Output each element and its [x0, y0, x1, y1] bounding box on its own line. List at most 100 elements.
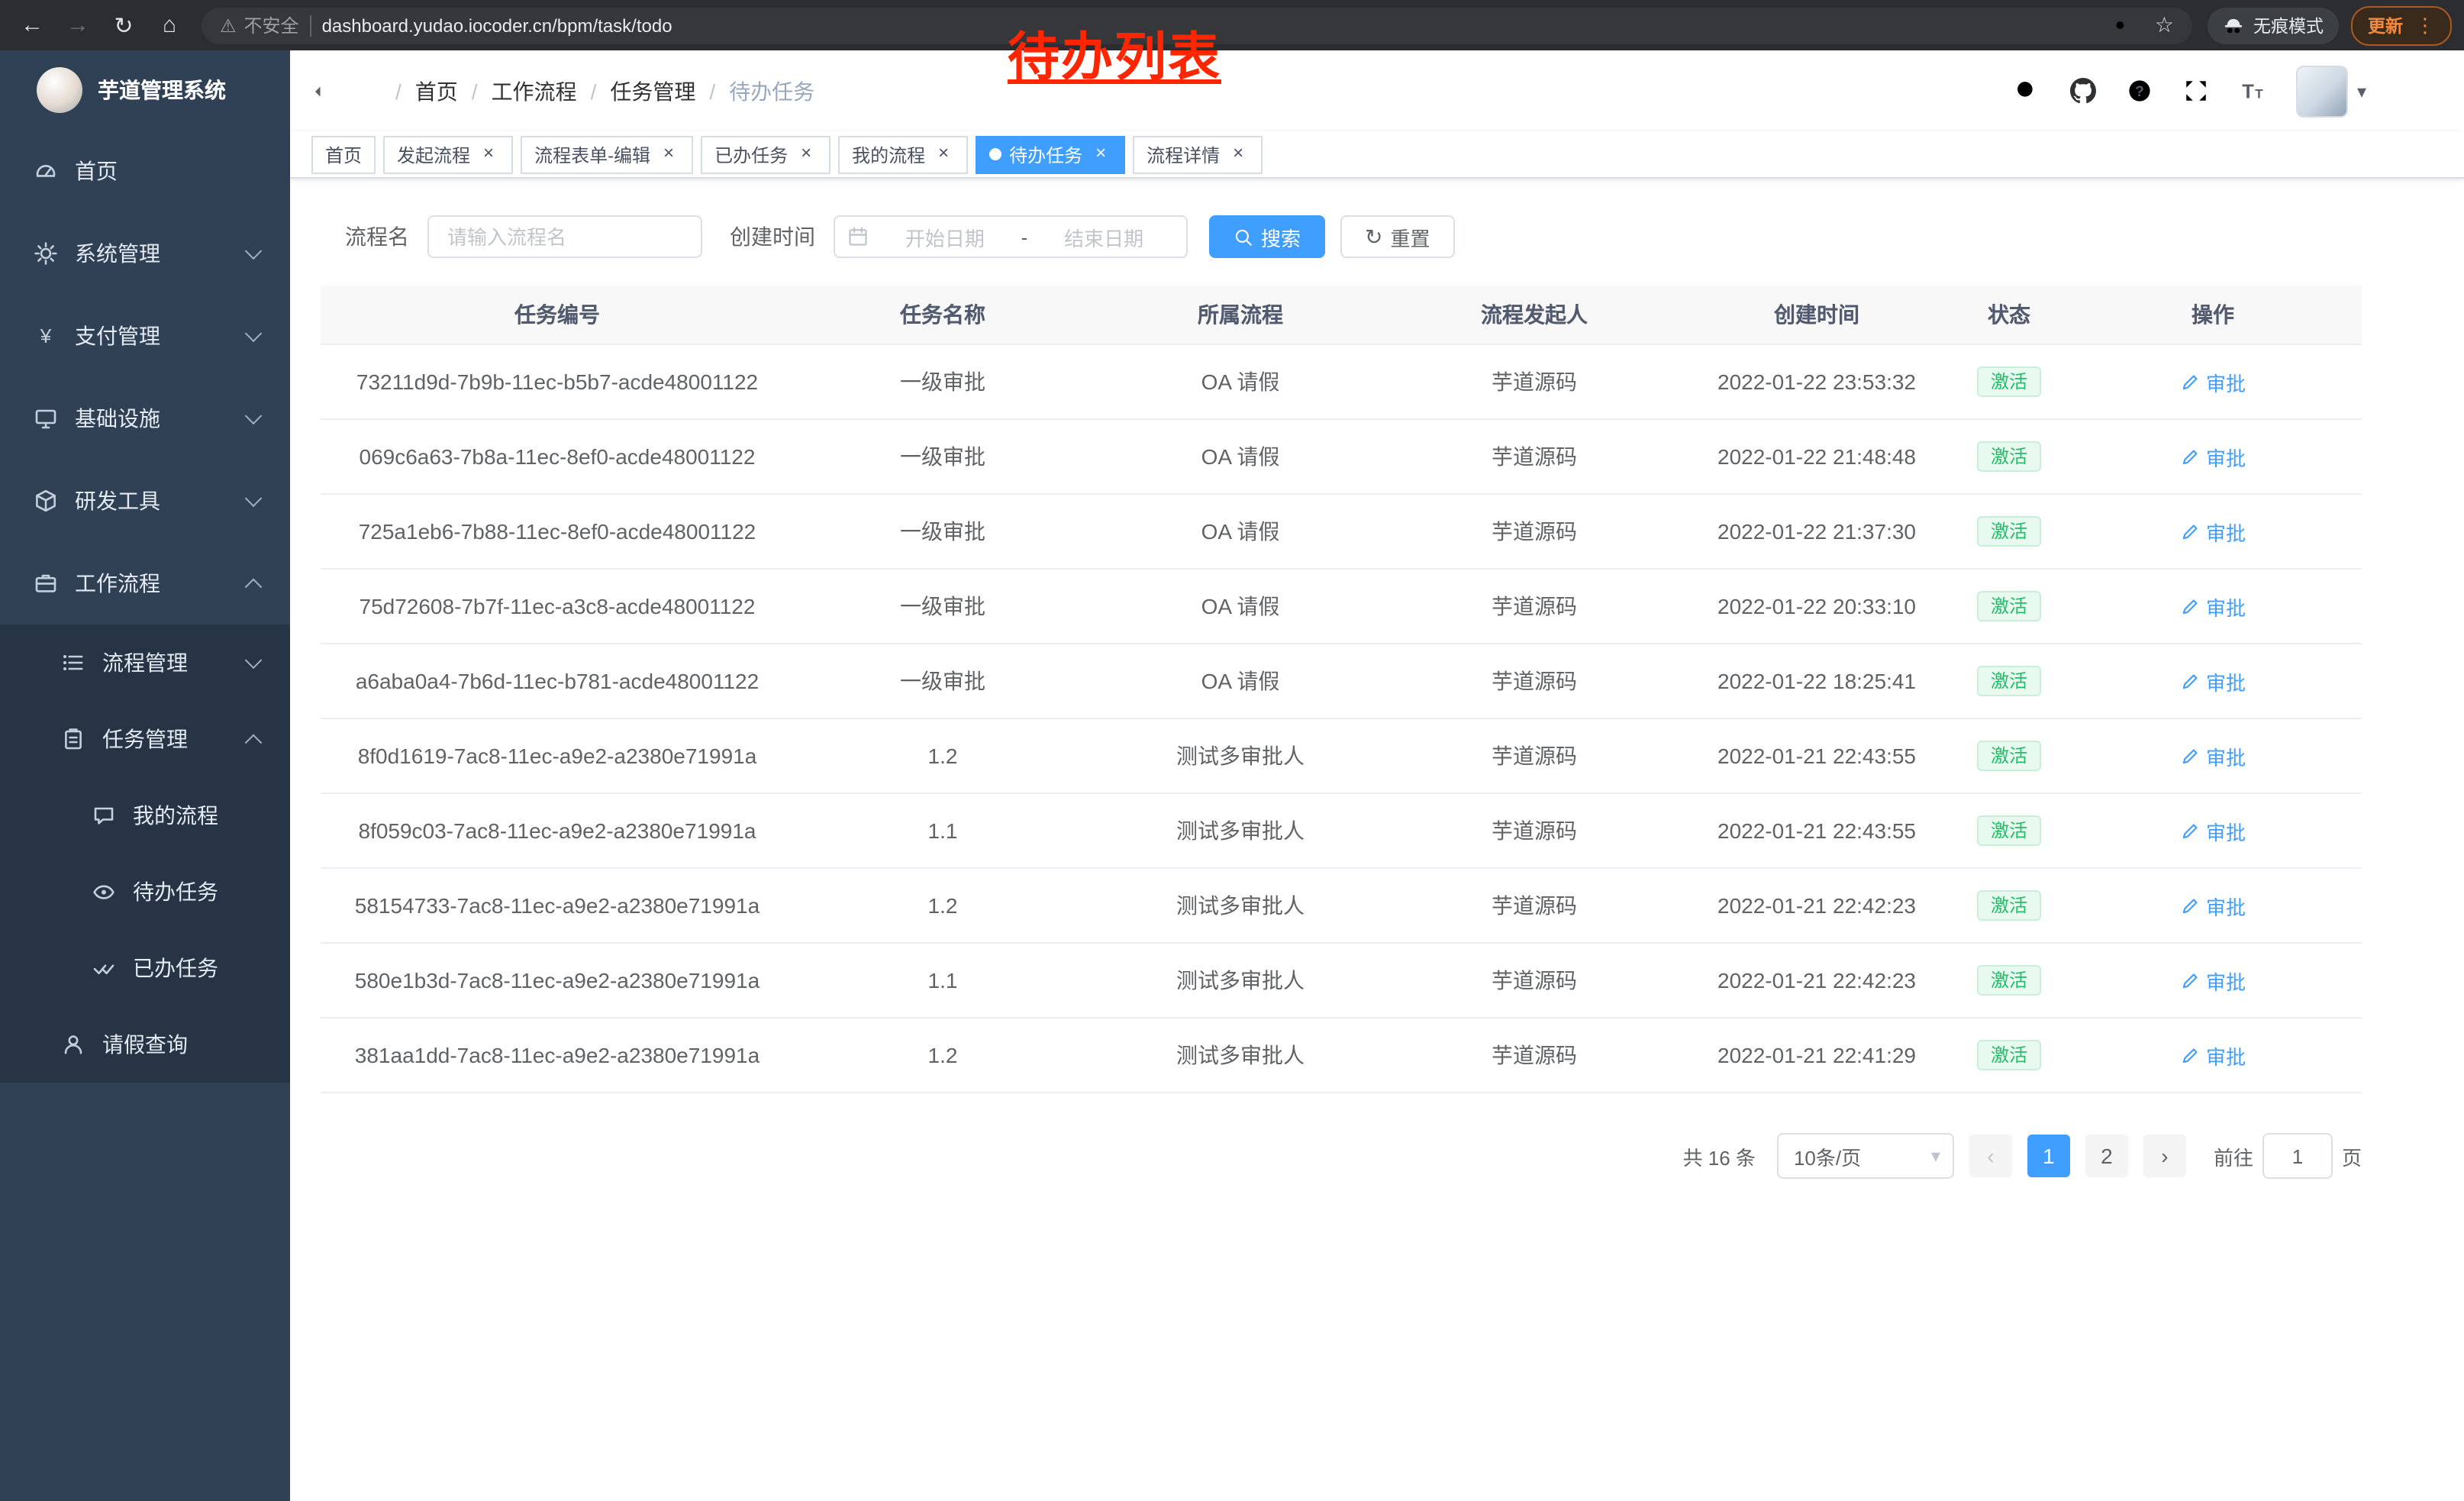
cell-task-id: 73211d9d-7b9b-11ec-b5b7-acde48001122	[321, 345, 794, 418]
clipboard-icon	[66, 730, 80, 748]
sidebar-item[interactable]: 支付管理	[0, 295, 290, 377]
sidebar-subitem[interactable]: 待办任务	[0, 854, 290, 930]
breadcrumb-item[interactable]: 任务管理	[577, 76, 696, 106]
goto-label: 前往	[2214, 1141, 2253, 1170]
approve-button[interactable]: 审批	[2180, 891, 2246, 920]
user-menu[interactable]: ▾	[2296, 65, 2366, 117]
fullscreen-icon[interactable]	[2183, 78, 2209, 104]
tab[interactable]: 发起流程 ×	[383, 135, 513, 173]
sidebar-collapse-icon[interactable]	[311, 76, 342, 106]
reset-button[interactable]: ↻ 重置	[1340, 215, 1455, 258]
tab-close-icon[interactable]: ×	[658, 144, 679, 165]
chevron-up-icon	[245, 578, 263, 596]
list-icon	[65, 657, 82, 669]
update-button[interactable]: 更新 ⋮	[2351, 5, 2452, 45]
sidebar-subitem[interactable]: 任务管理	[0, 701, 290, 777]
end-date-placeholder[interactable]: 结束日期	[1034, 222, 1174, 251]
prev-page-button[interactable]: ‹	[1969, 1135, 2012, 1177]
avatar[interactable]	[2296, 65, 2348, 117]
bookmark-star-icon[interactable]: ☆	[2155, 12, 2174, 38]
sidebar-subitem[interactable]: 已办任务	[0, 930, 290, 1006]
breadcrumb-item[interactable]: 首页	[382, 76, 458, 106]
approve-button[interactable]: 审批	[2180, 966, 2246, 995]
approve-button[interactable]: 审批	[2180, 442, 2246, 471]
page-unit-label: 页	[2342, 1141, 2362, 1170]
chevron-down-icon	[245, 489, 263, 507]
github-icon[interactable]	[2070, 78, 2096, 104]
approve-button[interactable]: 审批	[2180, 517, 2246, 546]
process-name-input[interactable]	[427, 215, 702, 258]
sidebar-item-label: 系统管理	[75, 238, 160, 269]
table-body: 73211d9d-7b9b-11ec-b5b7-acde48001122 一级审…	[321, 345, 2362, 1093]
sidebar-subitem[interactable]: 流程管理	[0, 625, 290, 701]
cell-task-name: 1.1	[794, 944, 1092, 1017]
page-number-button[interactable]: 1	[2027, 1135, 2070, 1177]
security-warning[interactable]: ⚠ 不安全	[220, 12, 299, 38]
sidebar-subitem-label: 任务管理	[102, 724, 188, 754]
page-size-select[interactable]: 10条/页 ▾	[1777, 1133, 1954, 1179]
tab-close-icon[interactable]: ×	[933, 144, 954, 165]
key-icon[interactable]	[2114, 14, 2137, 37]
chat-icon	[95, 809, 112, 823]
browser-menu-icon[interactable]: ⋮	[2415, 13, 2435, 37]
yen-icon	[40, 324, 52, 347]
cell-process: 测试多审批人	[1092, 944, 1389, 1017]
breadcrumb-item[interactable]: 待办任务	[695, 76, 814, 106]
cell-starter: 芋道源码	[1389, 644, 1679, 718]
cell-task-id: 580e1b3d-7ac8-11ec-a9e2-a2380e71991a	[321, 944, 794, 1017]
sidebar-item[interactable]: 工作流程	[0, 542, 290, 625]
approve-button[interactable]: 审批	[2180, 741, 2246, 770]
table-row: 069c6a63-7b8a-11ec-8ef0-acde48001122 一级审…	[321, 420, 2362, 495]
sidebar-item[interactable]: 基础设施	[0, 377, 290, 460]
page-number-button[interactable]: 2	[2085, 1135, 2128, 1177]
sidebar-subitem-label: 流程管理	[102, 647, 188, 678]
approve-button[interactable]: 审批	[2180, 667, 2246, 696]
approve-button[interactable]: 审批	[2180, 1041, 2246, 1070]
search-icon[interactable]	[2014, 78, 2040, 104]
approve-label: 审批	[2206, 1041, 2246, 1070]
next-page-button[interactable]: ›	[2143, 1135, 2186, 1177]
help-icon[interactable]	[2127, 78, 2153, 104]
reload-icon[interactable]: ↻	[104, 5, 144, 45]
cell-task-name: 1.1	[794, 794, 1092, 867]
sidebar-item[interactable]: 研发工具	[0, 460, 290, 542]
edit-icon	[2180, 896, 2200, 915]
approve-label: 审批	[2206, 517, 2246, 546]
tab-close-icon[interactable]: ×	[795, 144, 817, 165]
cell-starter: 芋道源码	[1389, 719, 1679, 792]
tab-close-icon[interactable]: ×	[478, 144, 499, 165]
tab[interactable]: 待办任务 ×	[976, 135, 1125, 173]
tab-close-icon[interactable]: ×	[1227, 144, 1249, 165]
tab-label: 发起流程	[397, 141, 470, 167]
app-logo-row[interactable]: 芋道管理系统	[0, 50, 290, 130]
sidebar-item[interactable]: 首页	[0, 130, 290, 212]
start-date-placeholder[interactable]: 开始日期	[875, 222, 1015, 251]
approve-button[interactable]: 审批	[2180, 816, 2246, 845]
cell-task-id: 8f059c03-7ac8-11ec-a9e2-a2380e71991a	[321, 794, 794, 867]
back-icon[interactable]: ←	[12, 5, 52, 45]
tab[interactable]: 我的流程 ×	[838, 135, 968, 173]
cell-starter: 芋道源码	[1389, 869, 1679, 942]
home-icon[interactable]: ⌂	[150, 5, 189, 45]
tab[interactable]: 流程详情 ×	[1133, 135, 1263, 173]
font-size-icon[interactable]	[2240, 78, 2266, 104]
sidebar-subitem[interactable]: 我的流程	[0, 777, 290, 854]
tab-close-icon[interactable]: ×	[1090, 144, 1111, 165]
chevron-up-icon	[245, 734, 263, 751]
forward-icon[interactable]: →	[58, 5, 98, 45]
search-button[interactable]: 搜索	[1209, 215, 1325, 258]
tab[interactable]: 流程表单-编辑 ×	[521, 135, 693, 173]
date-range-picker[interactable]: 开始日期 - 结束日期	[834, 215, 1188, 258]
goto-page-input[interactable]	[2262, 1133, 2333, 1179]
sidebar-subitem[interactable]: 请假查询	[0, 1006, 290, 1083]
sidebar-item[interactable]: 系统管理	[0, 212, 290, 295]
breadcrumb-item[interactable]: 工作流程	[458, 76, 577, 106]
approve-button[interactable]: 审批	[2180, 592, 2246, 621]
status-badge: 激活	[1977, 815, 2041, 847]
tab[interactable]: 首页	[311, 135, 376, 173]
approve-button[interactable]: 审批	[2180, 367, 2246, 396]
tab[interactable]: 已办任务 ×	[701, 135, 830, 173]
status-badge: 激活	[1977, 890, 2041, 922]
column-header: 状态	[1954, 286, 2064, 344]
cell-task-id: 381aa1dd-7ac8-11ec-a9e2-a2380e71991a	[321, 1018, 794, 1092]
